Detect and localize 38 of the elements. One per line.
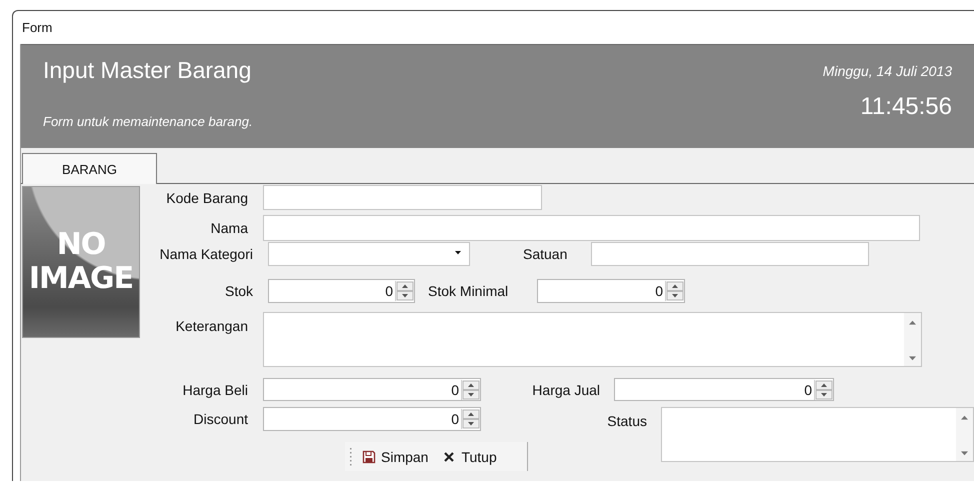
clock-text: 11:45:56 [860, 93, 952, 121]
field-label: Satuan [523, 246, 568, 262]
text-field[interactable] [263, 215, 920, 241]
window-title: Form [22, 20, 52, 35]
number-field[interactable]: 0 [614, 378, 834, 401]
dropdown-caret-icon [453, 251, 463, 257]
text-field[interactable] [591, 242, 869, 266]
field-label: Stok [224, 283, 253, 299]
placeholder-text: NO [56, 228, 106, 262]
field-label: Nama Kategori [158, 246, 253, 262]
number-field[interactable]: 0 [268, 279, 415, 303]
grip-icon [349, 448, 352, 466]
spin-buttons[interactable] [461, 409, 480, 429]
spin-buttons[interactable] [461, 380, 480, 400]
field-label: Stok Minimal [428, 283, 510, 299]
text-field[interactable] [263, 185, 542, 210]
spin-buttons[interactable] [395, 281, 414, 301]
form-title: Input Master Barang [43, 57, 252, 84]
field-label: Harga Beli [182, 382, 248, 398]
number-field[interactable]: 0 [537, 279, 685, 303]
field-label: Harga Jual [531, 382, 600, 398]
spin-buttons[interactable] [814, 380, 833, 400]
tab[interactable]: BARANG [22, 153, 157, 184]
number-field[interactable]: 0 [263, 407, 481, 431]
close-button[interactable]: Tutup [438, 446, 501, 466]
field-label: Kode Barang [165, 190, 248, 206]
form-subtitle: Form untuk memaintenance barang. [43, 114, 253, 129]
field-label: Keterangan [174, 317, 248, 334]
field-label: Discount [192, 411, 248, 427]
number-field[interactable]: 0 [263, 378, 481, 401]
save-button[interactable]: Simpan [358, 446, 432, 466]
date-text: Minggu, 14 Juli 2013 [822, 63, 952, 79]
dropdown-field[interactable] [268, 242, 470, 266]
field-label: Nama [210, 220, 248, 236]
close-icon [442, 450, 456, 464]
field-label: Status [606, 412, 647, 429]
spin-buttons[interactable] [665, 281, 684, 301]
placeholder-text: IMAGE [28, 262, 134, 296]
